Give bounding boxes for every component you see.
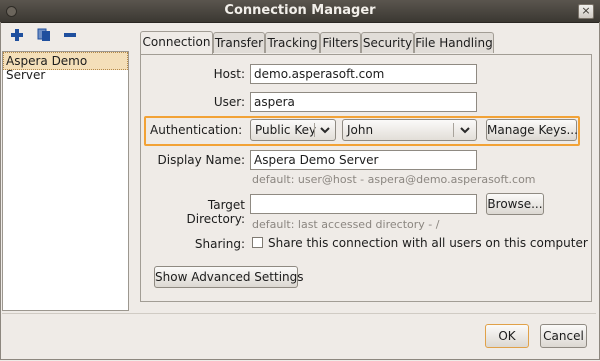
target-directory-label: Target Directory: (186, 198, 245, 226)
share-checkbox[interactable] (252, 237, 263, 248)
auth-type-select[interactable]: Public Key (250, 119, 336, 141)
auth-type-value: Public Key (255, 123, 317, 137)
tab-filters[interactable]: Filters (320, 32, 361, 53)
title-bar: Connection Manager × (0, 0, 600, 23)
close-button[interactable]: × (578, 4, 594, 19)
manage-keys-button[interactable]: Manage Keys... (486, 119, 578, 141)
tab-connection[interactable]: Connection (140, 31, 213, 54)
window-title: Connection Manager (224, 3, 376, 18)
chevron-down-icon (460, 127, 470, 134)
footer-divider (2, 313, 596, 314)
browse-button[interactable]: Browse... (486, 193, 544, 215)
target-directory-hint: default: last accessed directory - / (252, 218, 440, 231)
ok-button[interactable]: OK (485, 324, 529, 348)
remove-icon[interactable] (63, 28, 77, 42)
auth-key-select[interactable]: John (342, 119, 477, 141)
tab-tracking[interactable]: Tracking (265, 32, 320, 53)
duplicate-icon[interactable] (37, 28, 51, 42)
share-checkbox-label[interactable]: Share this connection with all users on … (268, 236, 588, 250)
tab-security[interactable]: Security (361, 32, 414, 53)
server-list[interactable]: Aspera Demo Server (2, 51, 129, 311)
show-advanced-settings-button[interactable]: Show Advanced Settings (154, 266, 304, 288)
tab-file-handling[interactable]: File Handling (414, 32, 494, 53)
chevron-down-icon (320, 127, 330, 134)
combo-separator (314, 123, 315, 137)
display-name-field[interactable]: Aspera Demo Server (250, 150, 477, 170)
target-directory-field[interactable] (250, 194, 477, 214)
display-name-label: Display Name: (157, 153, 246, 167)
server-list-item[interactable]: Aspera Demo Server (3, 52, 128, 82)
authentication-label: Authentication: (150, 123, 243, 137)
cancel-button[interactable]: Cancel (540, 324, 587, 348)
combo-separator (453, 123, 454, 137)
user-field[interactable]: aspera (250, 92, 477, 112)
host-label: Host: (213, 67, 245, 81)
tab-transfer[interactable]: Transfer (213, 32, 265, 53)
user-label: User: (213, 95, 245, 109)
auth-key-value: John (347, 123, 374, 137)
add-icon[interactable] (10, 28, 24, 42)
host-field[interactable]: demo.asperasoft.com (250, 64, 477, 84)
sharing-label: Sharing: (194, 237, 245, 251)
display-name-hint: default: user@host - aspera@demo.asperas… (252, 173, 536, 186)
